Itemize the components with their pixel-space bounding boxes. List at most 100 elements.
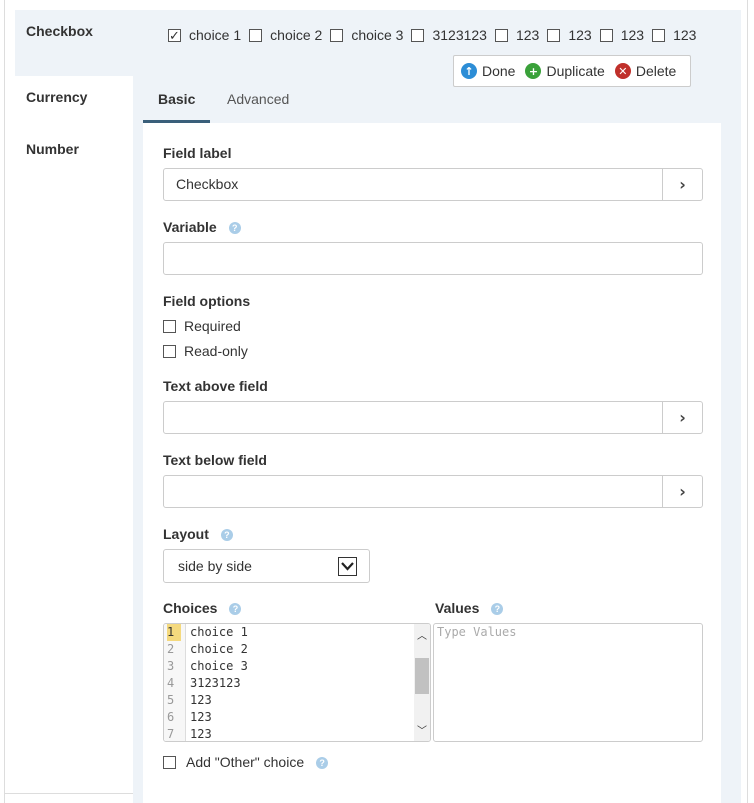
code-line-text: choice 1 [190,625,248,639]
chevron-right-icon[interactable]: › [662,401,702,434]
code-line: 2 choice 2 [164,641,414,658]
code-line: 1 choice 1 [164,624,414,641]
text-above-heading: Text above field [163,378,268,394]
variable-input[interactable] [163,242,703,275]
preview-choice[interactable]: 123 [494,24,540,46]
duplicate-button[interactable]: + Duplicate [525,63,605,79]
variable-heading: Variable? [163,219,241,235]
required-checkbox[interactable] [163,320,176,333]
help-icon[interactable]: ? [228,222,241,234]
scroll-up-icon[interactable]: ︿ [415,626,429,642]
code-line: 4 3123123 [164,675,414,692]
add-other-label: Add "Other" choice [186,754,305,770]
required-label: Required [184,318,241,334]
line-number: 4 [167,676,175,690]
plus-icon: + [525,63,542,79]
preview-choice[interactable]: choice 1 [168,24,242,48]
line-number: 1 [167,624,181,641]
help-icon[interactable]: ? [220,529,233,541]
chevron-right-icon[interactable]: › [662,475,702,508]
help-icon[interactable]: ? [316,757,329,769]
values-label: Values [435,600,480,616]
field-label-input[interactable]: Checkbox › [163,168,703,201]
scroll-down-icon[interactable]: ﹀ [415,721,429,737]
scrollbar-thumb[interactable] [415,658,429,694]
field-label-value: Checkbox [176,176,239,192]
preview-choice-label: 3123123 [432,27,487,43]
preview-checkbox[interactable] [652,29,666,42]
preview-checkbox[interactable] [599,29,613,42]
preview-choice[interactable]: choice 3 [330,24,403,46]
required-option[interactable]: Required [163,318,241,334]
close-icon: ✕ [614,63,631,79]
values-editor[interactable]: Type Values [433,623,703,742]
tab-advanced[interactable]: Advanced [227,91,289,107]
code-line-text: 3123123 [190,676,241,690]
code-line: 5 123 [164,692,414,709]
layout-heading: Layout? [163,526,233,542]
arrow-up-icon: ↑ [461,63,477,79]
preview-choice-label: choice 2 [270,27,323,43]
layout-select[interactable]: side by side [163,549,370,583]
preview-choice[interactable]: 123 [652,24,696,46]
code-line-text: 123 [190,693,212,707]
line-number: 5 [167,693,175,707]
add-other-checkbox[interactable] [163,756,176,769]
readonly-label: Read-only [184,343,248,359]
field-label-heading: Field label [163,145,232,161]
preview-choice-label: choice 3 [351,27,404,43]
preview-choice[interactable]: choice 2 [249,24,322,46]
preview-checkbox[interactable] [168,26,181,48]
checkbox-preview: choice 1 choice 2 choice 3 3123123 123 123 123… [168,24,708,48]
chevron-down-icon[interactable] [338,557,357,576]
field-type-number[interactable]: Number [26,141,79,157]
values-placeholder: Type Values [437,625,517,639]
preview-checkbox[interactable] [249,29,263,42]
field-type-currency[interactable]: Currency [26,89,87,105]
help-icon[interactable]: ? [229,603,242,615]
preview-choice[interactable]: 123 [547,24,592,46]
preview-checkbox[interactable] [547,29,561,42]
tab-basic[interactable]: Basic [158,91,195,107]
chevron-right-icon[interactable]: › [662,168,702,201]
line-number: 2 [167,642,175,656]
values-heading: Values? [435,600,504,616]
variable-label: Variable [163,219,217,235]
choices-scrollbar[interactable]: ︿ ﹀ [414,624,430,741]
code-line-text: choice 2 [190,642,248,656]
delete-label: Delete [635,63,677,79]
preview-choice[interactable]: 123 [599,24,645,46]
preview-choice-label: 123 [620,27,645,43]
code-line: 6 123 [164,709,414,726]
text-above-input[interactable]: › [163,401,703,434]
readonly-option[interactable]: Read-only [163,343,248,359]
add-other-option[interactable]: Add "Other" choice? [163,754,329,770]
preview-choice-label: 123 [673,27,697,43]
divider [4,793,134,794]
code-line: 7 123 [164,726,414,741]
help-icon[interactable]: ? [491,603,504,615]
preview-choice-label: 123 [515,27,540,43]
preview-choice-label: choice 1 [189,27,242,43]
choices-editor[interactable]: ︿ ﹀ 1 choice 1 2 choice 2 3 choice 3 4 3123123 5… [163,623,431,742]
delete-button[interactable]: ✕ Delete [614,63,677,79]
preview-checkbox[interactable] [411,29,425,42]
line-number: 3 [167,659,175,673]
preview-choice-label: 123 [568,27,592,43]
duplicate-label: Duplicate [546,63,605,79]
field-options-heading: Field options [163,293,251,309]
preview-checkbox[interactable] [494,29,508,42]
editor-tabs: Basic Advanced [143,80,721,123]
layout-label: Layout [163,526,209,542]
code-line-text: choice 3 [190,659,248,673]
text-below-input[interactable]: › [163,475,703,508]
basic-settings-form: Field label Checkbox › Variable? Field o… [143,123,721,803]
field-type-checkbox[interactable]: Checkbox [26,23,93,39]
code-line-text: 123 [190,727,212,741]
done-button[interactable]: ↑ Done [461,63,515,79]
preview-choice[interactable]: 3123123 [411,24,487,46]
readonly-checkbox[interactable] [163,345,176,358]
line-number: 7 [167,727,175,741]
layout-selected-value: side by side [178,558,252,574]
preview-checkbox[interactable] [330,29,344,42]
